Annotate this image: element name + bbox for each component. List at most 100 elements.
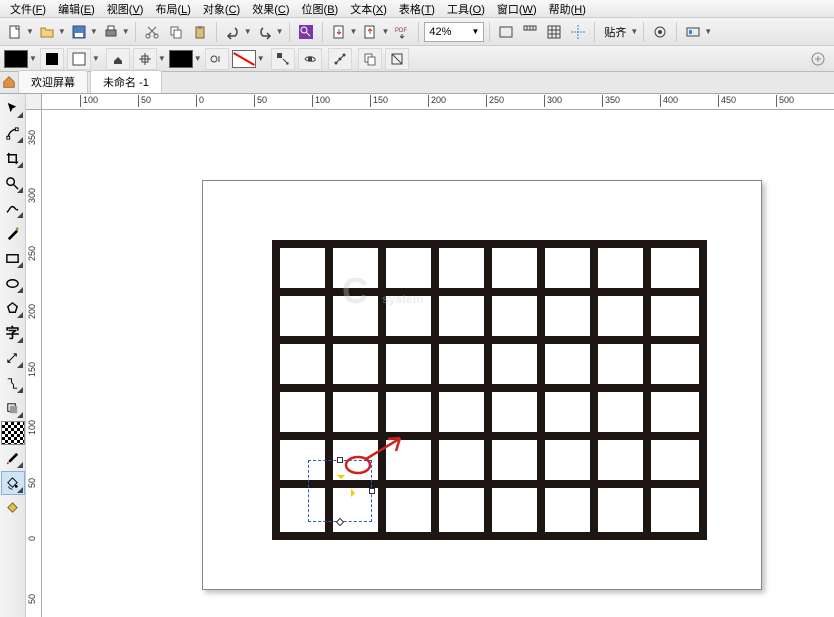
- drawing-area[interactable]: C system: [42, 110, 834, 617]
- ruler-mark: 150: [370, 95, 388, 107]
- pattern-fg-swatch[interactable]: [169, 50, 193, 68]
- menu-text[interactable]: 文本(X): [344, 0, 393, 18]
- add-toolbar-button[interactable]: [806, 48, 830, 70]
- fill-handle-arrow-h[interactable]: [351, 489, 359, 497]
- drop-shadow-tool[interactable]: [1, 396, 25, 420]
- export-dropdown[interactable]: ▼: [381, 27, 389, 36]
- menu-file[interactable]: 文件(F): [4, 0, 52, 18]
- selection-handle-top[interactable]: [337, 457, 343, 463]
- parallel-dimension-tool[interactable]: [1, 346, 25, 370]
- launcher-dropdown[interactable]: ▼: [704, 27, 712, 36]
- search-content-button[interactable]: [295, 21, 317, 43]
- interactive-fill-tool[interactable]: [1, 471, 25, 495]
- menu-tools[interactable]: 工具(O): [441, 0, 491, 18]
- polygon-tool[interactable]: [1, 296, 25, 320]
- freehand-tool[interactable]: [1, 196, 25, 220]
- shape-tool[interactable]: [1, 121, 25, 145]
- ruler-mark: 200: [428, 95, 446, 107]
- crop-tool[interactable]: [1, 146, 25, 170]
- menu-bitmap[interactable]: 位图(B): [296, 0, 345, 18]
- ruler-mark: 50: [254, 95, 267, 107]
- tab-welcome[interactable]: 欢迎屏幕: [18, 70, 88, 93]
- menu-object[interactable]: 对象(C): [197, 0, 246, 18]
- ruler-mark: 350: [27, 130, 39, 145]
- arrange-toggle-1[interactable]: [106, 48, 130, 70]
- open-button[interactable]: [36, 21, 58, 43]
- wrap-fill-button[interactable]: [298, 48, 322, 70]
- publish-pdf-button[interactable]: PDF: [391, 21, 413, 43]
- new-button[interactable]: [4, 21, 26, 43]
- copy-button[interactable]: [165, 21, 187, 43]
- full-screen-button[interactable]: [495, 21, 517, 43]
- export-button[interactable]: [359, 21, 381, 43]
- zoom-tool[interactable]: [1, 171, 25, 195]
- tab-untitled-1[interactable]: 未命名 -1: [90, 70, 162, 93]
- redo-dropdown[interactable]: ▼: [276, 27, 284, 36]
- menu-effects[interactable]: 效果(C): [246, 0, 295, 18]
- edit-fill-button[interactable]: [328, 48, 352, 70]
- show-guidelines-button[interactable]: [567, 21, 589, 43]
- menu-window[interactable]: 窗口(W): [491, 0, 543, 18]
- import-dropdown[interactable]: ▼: [350, 27, 358, 36]
- fill-color-dropdown[interactable]: ▼: [29, 54, 37, 63]
- print-dropdown[interactable]: ▼: [122, 27, 130, 36]
- svg-text:PDF: PDF: [395, 28, 407, 34]
- smart-fill-tool[interactable]: [1, 496, 25, 520]
- vertical-ruler[interactable]: 35030025020015010050050: [26, 110, 42, 617]
- transparency-tool[interactable]: [1, 421, 25, 445]
- paste-button[interactable]: [189, 21, 211, 43]
- app-launcher-button[interactable]: [682, 21, 704, 43]
- menu-edit[interactable]: 编辑(E): [52, 0, 101, 18]
- zoom-level-combo[interactable]: ▼: [424, 22, 484, 42]
- home-icon[interactable]: [2, 75, 16, 89]
- ellipse-tool[interactable]: [1, 271, 25, 295]
- pattern-bg-swatch[interactable]: [232, 50, 256, 68]
- menu-table[interactable]: 表格(T): [393, 0, 441, 18]
- first-tile-offset[interactable]: [133, 48, 157, 70]
- fill-color-swatch[interactable]: [4, 50, 28, 68]
- show-rulers-button[interactable]: [519, 21, 541, 43]
- ruler-mark: 100: [27, 420, 39, 435]
- pick-tool[interactable]: [1, 96, 25, 120]
- canvas-container: 10050050100150200250300350400450500 3503…: [26, 94, 834, 617]
- workspace: 字 10050050100150200250300350400450500 35…: [0, 94, 834, 617]
- horizontal-ruler[interactable]: 10050050100150200250300350400450500: [42, 94, 834, 110]
- ruler-origin[interactable]: [26, 94, 42, 110]
- zoom-dropdown-arrow[interactable]: ▼: [471, 27, 479, 36]
- transform-with-object[interactable]: [271, 48, 295, 70]
- undo-button[interactable]: [222, 21, 244, 43]
- undo-dropdown[interactable]: ▼: [244, 27, 252, 36]
- save-dropdown[interactable]: ▼: [90, 27, 98, 36]
- menu-layout[interactable]: 布局(L): [149, 0, 196, 18]
- import-button[interactable]: [328, 21, 350, 43]
- print-button[interactable]: [100, 21, 122, 43]
- property-bar: ▼ ▼ ▼ ▼ ▼: [0, 46, 834, 72]
- selection-handle-right[interactable]: [369, 488, 375, 494]
- menu-help[interactable]: 帮助(H): [543, 0, 592, 18]
- color-eyedropper-tool[interactable]: [1, 446, 25, 470]
- fill-handle-arrow-v[interactable]: [337, 475, 345, 483]
- artistic-media-tool[interactable]: [1, 221, 25, 245]
- cut-button[interactable]: [141, 21, 163, 43]
- uniform-fill-button[interactable]: [40, 48, 64, 70]
- show-grid-button[interactable]: [543, 21, 565, 43]
- zoom-input[interactable]: [429, 26, 469, 38]
- snap-dropdown[interactable]: ▼: [630, 27, 638, 36]
- selection-marquee[interactable]: [308, 460, 372, 522]
- text-tool[interactable]: 字: [1, 321, 25, 345]
- menu-view[interactable]: 视图(V): [101, 0, 150, 18]
- rectangle-tool[interactable]: [1, 246, 25, 270]
- redo-button[interactable]: [254, 21, 276, 43]
- ruler-mark: 450: [718, 95, 736, 107]
- edit-transparency-button[interactable]: [385, 48, 409, 70]
- ruler-mark: 50: [27, 478, 39, 488]
- new-dropdown[interactable]: ▼: [26, 27, 34, 36]
- connector-tool[interactable]: [1, 371, 25, 395]
- mirror-h-button[interactable]: [205, 48, 229, 70]
- options-button[interactable]: [649, 21, 671, 43]
- ruler-mark: 350: [602, 95, 620, 107]
- copy-fill-button[interactable]: [358, 48, 382, 70]
- open-dropdown[interactable]: ▼: [58, 27, 66, 36]
- save-button[interactable]: [68, 21, 90, 43]
- fountain-fill-button[interactable]: [67, 48, 91, 70]
